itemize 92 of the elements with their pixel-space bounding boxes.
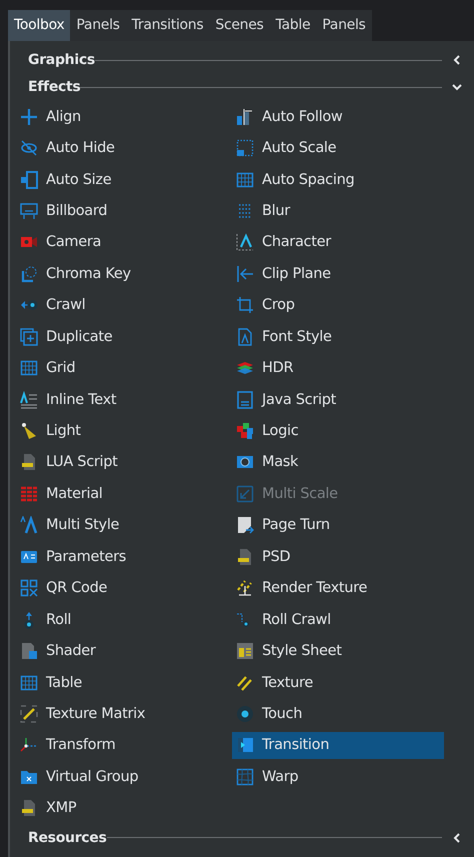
toolbox-item[interactable]: Auto Size [16,166,232,194]
grid-icon [20,359,38,378]
toolbox-item[interactable]: Virtual Group [16,763,232,791]
toolbox-item[interactable]: Character [232,228,444,256]
toolbox-item[interactable]: PSD [232,543,444,570]
toolbox-item[interactable]: Crop [232,292,444,319]
text-lines-icon [20,390,38,409]
file-cube-icon [20,642,38,660]
section-header[interactable]: Graphics [28,52,95,68]
expand-icon [236,484,254,503]
chroma-corner-icon [20,264,38,283]
toolbox-item[interactable]: Mask [232,448,444,476]
toolbox-item[interactable]: Transform [16,732,232,760]
toolbox-item[interactable]: HDR [232,354,444,382]
file-icon [20,453,38,472]
toolbox-item[interactable]: QR Code [16,574,232,602]
toolbox-item[interactable]: Style Sheet [232,637,444,665]
arrow-dot-icon [24,610,34,629]
toolbox-item[interactable]: Multi Style [16,512,232,540]
triangle-icon [20,516,38,534]
toolbox-item[interactable]: Table [16,668,232,696]
cube-icon [236,422,254,440]
toolbox-item[interactable]: Chroma Key [16,260,232,288]
chevron-left-icon[interactable] [452,55,462,66]
toolbox-item[interactable]: Roll Crawl [232,606,444,634]
toolbox-item[interactable]: Camera [16,228,232,256]
tab[interactable]: Panels [70,10,126,41]
toolbox-item[interactable]: Align [16,102,232,130]
plus-icon [20,108,38,126]
circle-icon [236,704,254,723]
file-icon [20,799,38,818]
toolbox-item[interactable]: Material [16,480,232,508]
file-icon [236,548,254,566]
toolbox-item[interactable]: Page Turn [232,512,444,540]
toolbox-item[interactable]: XMP [16,794,232,822]
stripe-frame-icon [20,704,38,723]
stripes-icon [236,579,254,598]
chevron-down-icon[interactable] [452,82,462,92]
toolbox-item[interactable]: Auto Spacing [232,166,444,194]
crop-icon [236,296,254,314]
grid-icon [236,768,254,786]
tab[interactable]: Table [270,10,316,41]
toolbox-item[interactable]: Logic [232,417,444,445]
toolbox-item[interactable]: Clip Plane [232,260,444,288]
bar-icon [236,108,254,126]
spotlight-icon [20,422,38,440]
toolbox-item[interactable]: Font Style [232,323,444,350]
arrow-left-icon [236,264,254,283]
grid-icon [20,674,38,692]
toolbox-item[interactable]: Blur [232,197,444,225]
toolbox-item[interactable]: Roll [16,606,232,634]
tab[interactable]: Panels [316,10,372,41]
section-header[interactable]: Effects [28,79,80,96]
toolbox-item[interactable]: Crawl [16,292,232,319]
arrow-square-icon [236,736,254,754]
stripes-icon [236,674,254,692]
toolbox-item[interactable]: Texture Matrix [16,700,232,728]
toolbox-item[interactable]: Parameters [16,543,232,570]
toolbox-item[interactable]: Java Script [232,386,444,414]
toolbox-item[interactable]: LUA Script [16,448,232,476]
duplicate-icon [20,328,38,346]
dotted-square-icon [236,139,254,158]
billboard-icon [20,202,38,220]
toolbox-item[interactable]: Inline Text [16,386,232,414]
file-icon [236,390,254,409]
triangle-icon [236,233,254,252]
tab[interactable]: Toolbox [8,10,70,41]
toolbox-item[interactable]: Transition [232,732,444,760]
toolbox-item[interactable]: Duplicate [16,323,232,350]
chevron-left-icon[interactable] [452,832,462,842]
page-icon [236,516,254,534]
eye-slash-icon [20,139,38,158]
panels-icon [20,170,38,189]
tab[interactable]: Scenes [209,10,270,41]
toolbox-item[interactable]: Warp [232,763,444,791]
grid-icon [236,170,254,189]
toolbox-item[interactable]: Auto Scale [232,134,444,162]
toolbox-item[interactable]: Auto Follow [232,102,444,130]
qr-code-icon [20,579,38,598]
toolbox-item[interactable]: Light [16,417,232,445]
toolbox-item[interactable]: Render Texture [232,574,444,602]
toolbox-item[interactable]: Touch [232,700,444,728]
layout-icon [236,642,254,660]
toolbox-item[interactable]: Auto Hide [16,134,232,162]
file-icon [236,328,254,346]
tab[interactable]: Transitions [126,10,210,41]
brick-icon [20,484,38,503]
toolbox-item[interactable]: Shader [16,637,232,665]
toolbox-item[interactable]: Billboard [16,197,232,225]
toolbox-item[interactable]: Grid [16,354,232,382]
section-header[interactable]: Resources [28,830,107,846]
toolbox-item[interactable]: Texture [232,668,444,696]
